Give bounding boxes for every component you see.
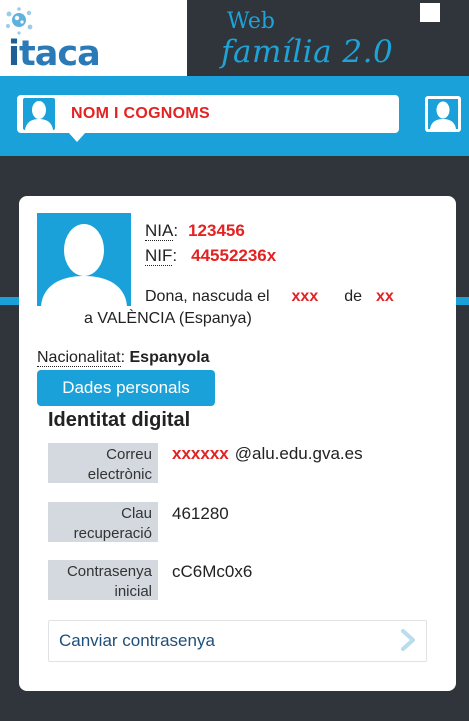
initial-password-value: cC6Mc0x6 bbox=[172, 562, 253, 581]
initial-password-label: Contrasenya inicial bbox=[48, 560, 158, 600]
profile-card: NIA: 123456 NIF: 44552236x Dona, nascuda e… bbox=[19, 196, 456, 691]
nationality-label: Nacionalitat bbox=[37, 349, 121, 367]
birth-info: Dona, nascuda el xxx de xx bbox=[145, 288, 394, 305]
other-user-avatar[interactable] bbox=[425, 96, 461, 132]
birthplace: a VALÈNCIA (Espanya) bbox=[84, 310, 252, 327]
menu-square[interactable] bbox=[420, 3, 440, 22]
selected-user-card[interactable]: NOM I COGNOMS bbox=[17, 95, 399, 133]
nia-row: NIA: 123456 bbox=[145, 221, 245, 241]
app-header: itaca Web família 2.0 bbox=[0, 0, 469, 76]
app-title: família 2.0 bbox=[221, 34, 394, 70]
tab-personal-data[interactable]: Dades personals bbox=[37, 370, 215, 406]
card-pointer bbox=[68, 132, 86, 142]
nia-value: 123456 bbox=[188, 221, 245, 240]
nif-value: 44552236x bbox=[191, 246, 277, 265]
user-silhouette-icon bbox=[23, 98, 55, 130]
birth-month: xx bbox=[376, 288, 394, 305]
recovery-key-label: Clau recuperació bbox=[48, 502, 158, 542]
email-domain: @alu.edu.gva.es bbox=[234, 444, 363, 463]
change-password-button[interactable]: Canviar contrasenya bbox=[48, 620, 427, 662]
nationality-row: Nacionalitat: Espanyola bbox=[37, 349, 210, 367]
logo-wordmark: itaca bbox=[8, 34, 101, 74]
nif-label: NIF bbox=[145, 246, 173, 266]
email-user: xxxxxx bbox=[172, 444, 229, 463]
user-name: NOM I COGNOMS bbox=[71, 105, 211, 122]
section-title: Identitat digital bbox=[48, 409, 191, 431]
email-label: Correu electrònic bbox=[48, 443, 158, 483]
birth-day: xxx bbox=[291, 288, 319, 305]
user-silhouette-icon bbox=[428, 99, 458, 129]
nif-row: NIF: 44552236x bbox=[145, 246, 277, 266]
recovery-key-value: 461280 bbox=[172, 504, 229, 523]
user-selector-strip: NOM I COGNOMS bbox=[0, 76, 469, 156]
chevron-right-icon bbox=[401, 629, 415, 651]
user-silhouette-icon bbox=[41, 224, 127, 306]
itaca-logo-icon bbox=[6, 7, 33, 35]
email-value: xxxxxx @alu.edu.gva.es bbox=[172, 444, 363, 464]
web-label: Web bbox=[227, 9, 275, 34]
profile-photo bbox=[37, 213, 131, 306]
nia-label: NIA bbox=[145, 221, 174, 241]
change-password-label: Canviar contrasenya bbox=[59, 631, 215, 650]
nationality-value: Espanyola bbox=[129, 349, 210, 366]
itaca-logo[interactable]: itaca bbox=[0, 0, 187, 76]
